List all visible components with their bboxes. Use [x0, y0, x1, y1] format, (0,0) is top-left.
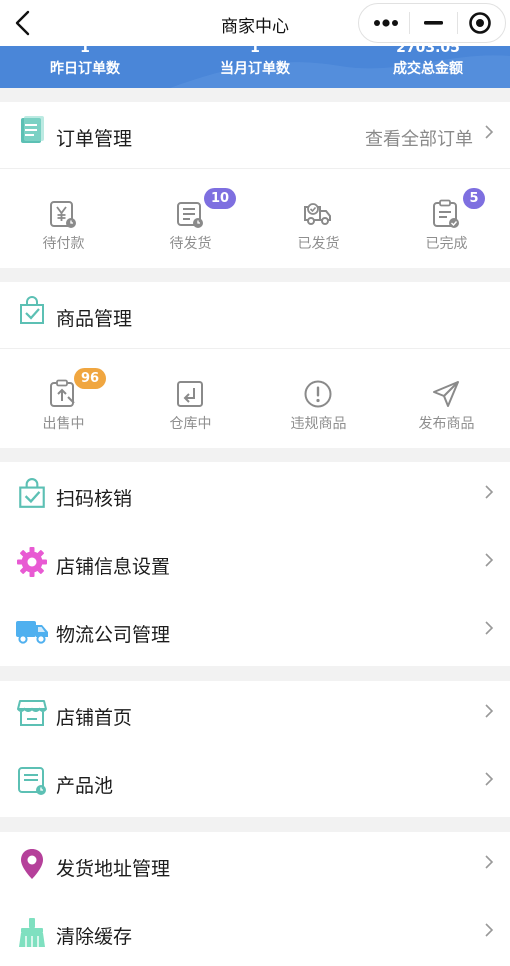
menu-label: 店铺首页 [56, 707, 133, 729]
stat-value: 1 [250, 46, 260, 56]
document-list-icon [21, 116, 44, 143]
chevron-right-icon [485, 621, 494, 635]
mini-program-capsule [358, 3, 506, 43]
menu-label: 产品池 [56, 775, 114, 797]
menu-label: 发货地址管理 [56, 858, 171, 880]
bag-check-icon [19, 478, 45, 508]
goods-status-grid: 出售中 仓库中 违规商品 发布商品 [0, 349, 510, 447]
menu-logistics[interactable]: 物流公司管理 [0, 598, 510, 666]
menu-label: 物流公司管理 [56, 624, 171, 646]
view-all-orders-link[interactable]: 查看全部订单 [365, 125, 473, 151]
yen-clock-icon [50, 201, 76, 228]
goods-on-sale[interactable]: 出售中 [0, 349, 127, 447]
order-status-pending-payment[interactable]: 待付款 [0, 169, 127, 267]
bag-check-icon [20, 296, 44, 324]
goods-status-label: 违规商品 [290, 416, 347, 432]
menu-label: 清除缓存 [56, 926, 133, 948]
goods-status-label: 发布商品 [418, 416, 475, 432]
menu-store-settings[interactable]: 店铺信息设置 [0, 530, 510, 598]
stat-yesterday-orders[interactable]: 1 昨日订单数 [0, 46, 170, 88]
menu-product-pool[interactable]: 产品池 [0, 749, 510, 817]
truck-icon [16, 621, 48, 644]
order-status-grid: 待付款 10 待发货 已发货 已完成 [0, 169, 510, 267]
stat-month-orders[interactable]: 1 当月订单数 [170, 46, 340, 88]
gear-icon [17, 547, 47, 577]
stat-value: 1 [80, 46, 90, 56]
goods-management-title: 商品管理 [56, 308, 133, 330]
on-sale-badge: 96 [74, 368, 107, 389]
stats-banner: 1 昨日订单数 1 当月订单数 2703.05 成交总金额 [0, 46, 510, 88]
menu-clear-cache[interactable]: 清除缓存 [0, 900, 510, 966]
goods-management-card: 商品管理 出售中 仓库中 违规商品 发布商品 [0, 282, 510, 448]
chevron-right-icon [485, 553, 494, 567]
order-status-label: 待发货 [169, 236, 212, 252]
clipboard-check-icon [433, 199, 459, 228]
menu-scan-verify[interactable]: 扫码核销 [0, 462, 510, 530]
order-status-label: 已发货 [297, 236, 340, 252]
stat-label: 成交总金额 [393, 61, 463, 77]
stat-label: 当月订单数 [220, 61, 290, 77]
product-pool-icon [18, 767, 46, 795]
completed-badge: 5 [463, 188, 485, 209]
minimize-icon[interactable] [409, 4, 458, 42]
goods-status-label: 出售中 [42, 416, 85, 432]
order-management-title: 订单管理 [56, 128, 133, 150]
close-target-icon[interactable] [457, 4, 506, 42]
chevron-right-icon [485, 855, 494, 869]
order-status-shipped[interactable]: 已发货 [255, 169, 382, 267]
warehouse-in-icon [177, 381, 203, 407]
order-status-label: 已完成 [425, 236, 468, 252]
chevron-right-icon [485, 923, 494, 937]
pending-shipment-badge: 10 [204, 188, 237, 209]
order-status-completed[interactable]: 已完成 [383, 169, 510, 267]
clipboard-up-icon [50, 379, 75, 407]
order-status-pending-shipment[interactable]: 10 待发货 [127, 169, 254, 267]
chevron-right-icon [485, 772, 494, 786]
store-icon [17, 700, 47, 726]
goods-management-header[interactable]: 商品管理 [0, 282, 510, 349]
goods-status-label: 仓库中 [169, 416, 212, 432]
goods-publish[interactable]: 发布商品 [383, 349, 510, 447]
more-dots-icon[interactable] [361, 4, 410, 42]
menu-group-3: 发货地址管理 清除缓存 [0, 832, 510, 966]
stat-total-amount[interactable]: 2703.05 成交总金额 [343, 46, 510, 88]
truck-icon [304, 203, 331, 225]
menu-shipping-address[interactable]: 发货地址管理 [0, 832, 510, 900]
box-clock-icon [177, 202, 203, 228]
order-management-card: 订单管理 查看全部订单 待付款 10 待发货 已发货 已完成 [0, 102, 510, 268]
location-pin-icon [21, 849, 43, 879]
chevron-right-icon [485, 485, 494, 499]
menu-group-1: 扫码核销 店铺信息设置 物流公司管理 [0, 462, 510, 666]
broom-icon [19, 918, 45, 947]
chevron-right-icon [485, 125, 494, 139]
send-icon [433, 381, 459, 407]
stat-label: 昨日订单数 [50, 61, 120, 77]
menu-label: 扫码核销 [56, 488, 133, 510]
order-status-label: 待付款 [42, 236, 85, 252]
chevron-right-icon [485, 704, 494, 718]
top-navbar: 商家中心 [0, 0, 510, 46]
goods-in-warehouse[interactable]: 仓库中 [127, 349, 254, 447]
order-management-header[interactable]: 订单管理 查看全部订单 [0, 102, 510, 169]
stat-value: 2703.05 [396, 46, 460, 56]
menu-label: 店铺信息设置 [56, 556, 171, 578]
goods-violations[interactable]: 违规商品 [255, 349, 382, 447]
menu-group-2: 店铺首页 产品池 [0, 681, 510, 817]
menu-store-home[interactable]: 店铺首页 [0, 681, 510, 749]
alert-circle-icon [304, 380, 332, 408]
